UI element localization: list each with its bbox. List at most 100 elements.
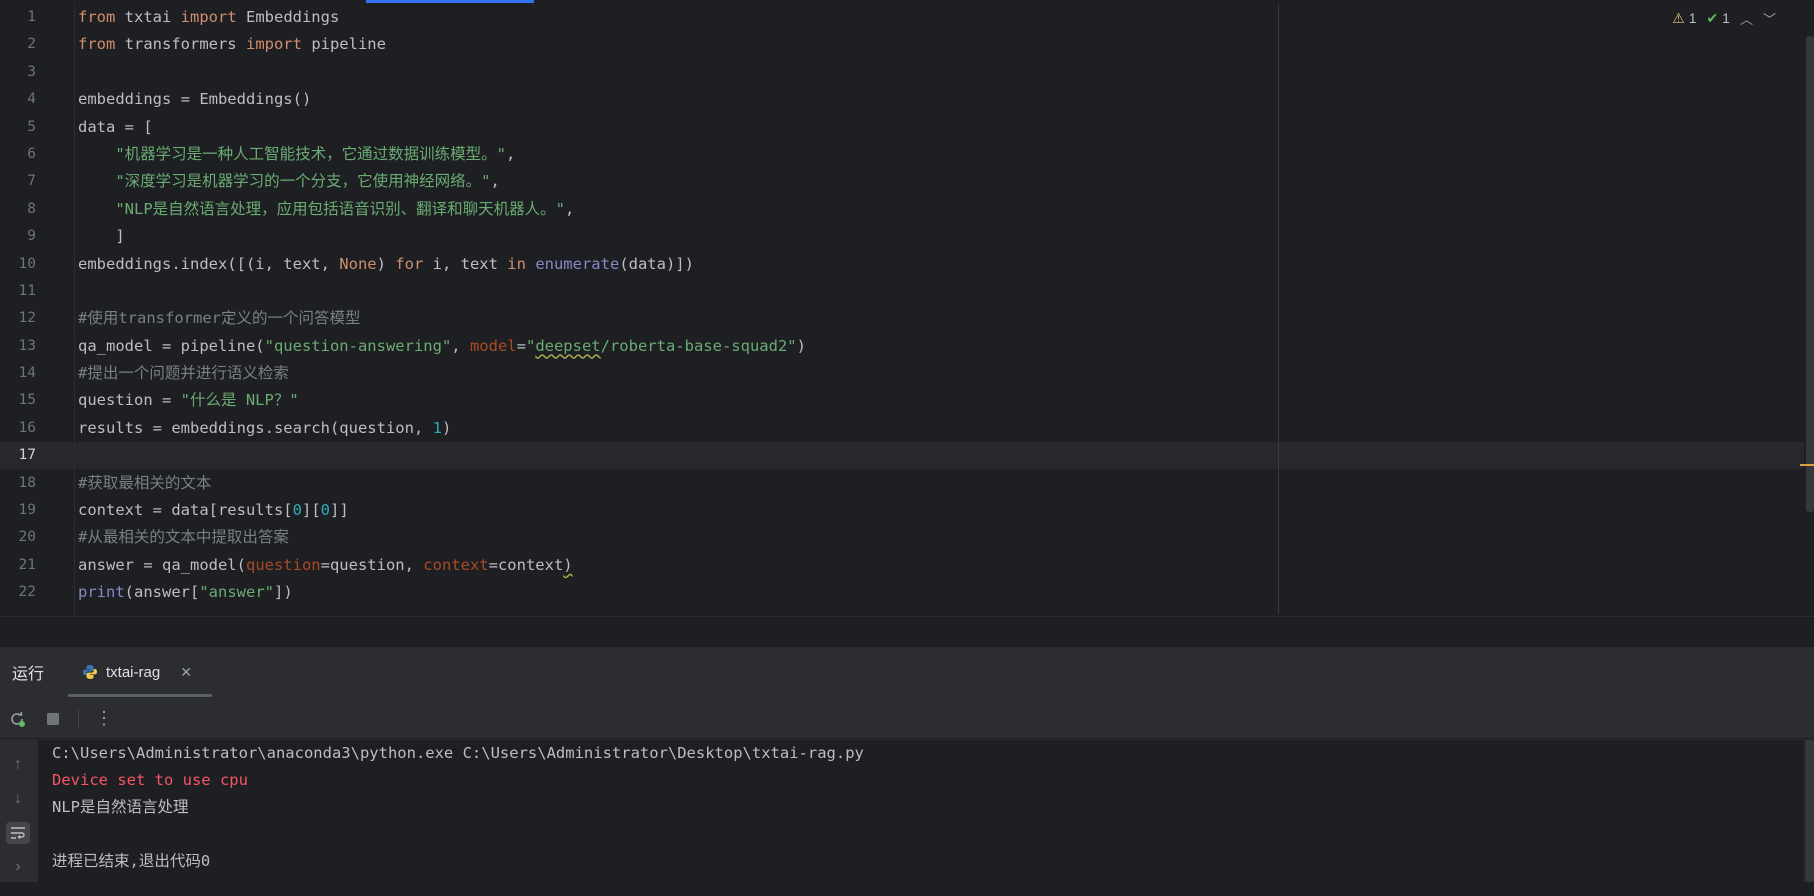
- line-number[interactable]: 21: [0, 552, 58, 579]
- line-number[interactable]: 2: [0, 31, 58, 58]
- line-number[interactable]: 19: [0, 497, 58, 524]
- line-number[interactable]: 10: [0, 251, 58, 278]
- code-line[interactable]: embeddings = Embeddings(): [78, 86, 1814, 113]
- line-number[interactable]: 22: [0, 579, 58, 606]
- code-token: results = embeddings.search(question,: [78, 418, 433, 437]
- line-number[interactable]: 9: [0, 223, 58, 250]
- code-area[interactable]: from txtai import Embeddings from transfo…: [78, 4, 1814, 607]
- code-token: embeddings.index([(i, text,: [78, 254, 340, 273]
- line-number[interactable]: 13: [0, 333, 58, 360]
- console-line: 进程已结束,退出代码0: [52, 852, 211, 870]
- run-toolbar: ⋮: [0, 699, 1814, 739]
- line-number[interactable]: 8: [0, 196, 58, 223]
- code-line[interactable]: answer = qa_model(question=question, con…: [78, 552, 1814, 579]
- code-line[interactable]: [78, 442, 1814, 469]
- code-line[interactable]: #提出一个问题并进行语义检索: [78, 360, 1814, 387]
- code-line[interactable]: print(answer["answer"]): [78, 579, 1814, 606]
- line-number[interactable]: 7: [0, 168, 58, 195]
- line-number[interactable]: 20: [0, 524, 58, 551]
- code-line[interactable]: context = data[results[0][0]]: [78, 497, 1814, 524]
- code-line[interactable]: qa_model = pipeline("question-answering"…: [78, 333, 1814, 360]
- code-line[interactable]: embeddings.index([(i, text, None) for i,…: [78, 251, 1814, 278]
- code-line[interactable]: #获取最相关的文本: [78, 470, 1814, 497]
- code-token: from: [78, 8, 116, 26]
- code-token: ,: [490, 172, 500, 191]
- code-line[interactable]: #从最相关的文本中提取出答案: [78, 524, 1814, 551]
- line-number[interactable]: 16: [0, 415, 58, 442]
- previous-highlight-icon[interactable]: ︿: [1740, 9, 1753, 28]
- line-number[interactable]: 17: [0, 442, 58, 469]
- code-line[interactable]: data = [: [78, 114, 1814, 141]
- line-number[interactable]: 11: [0, 278, 58, 305]
- weak-warning-count[interactable]: ✔ 1: [1707, 10, 1730, 27]
- code-line[interactable]: "NLP是自然语言处理，应用包括语音识别、翻译和聊天机器人。",: [78, 196, 1814, 223]
- line-number[interactable]: 6: [0, 141, 58, 168]
- code-line[interactable]: [78, 59, 1814, 86]
- code-token: "answer": [199, 583, 274, 602]
- line-number-gutter[interactable]: 1 2 3 4 5 6 7 8 9 10 11 12 13 14 15 16 17 18 19 20 21 22: [0, 4, 58, 607]
- code-token: qa_model = pipeline(: [78, 336, 265, 355]
- code-line[interactable]: ]: [78, 223, 1814, 250]
- next-highlight-icon[interactable]: ﹀: [1763, 9, 1776, 28]
- code-token: ): [796, 336, 806, 355]
- code-token: =: [516, 336, 526, 355]
- editor-scrollbar[interactable]: [1806, 36, 1814, 512]
- code-token: embeddings = Embeddings(): [78, 90, 312, 109]
- more-vertical-icon[interactable]: ⋮: [93, 708, 115, 730]
- code-token: None: [339, 254, 377, 273]
- code-token: ]: [78, 227, 125, 246]
- code-editor[interactable]: 1 2 3 4 5 6 7 8 9 10 11 12 13 14 15 16 17 18 19 20 21 22 from…: [0, 0, 1814, 616]
- code-line[interactable]: from txtai import Embeddings: [78, 4, 1814, 31]
- code-line[interactable]: "深度学习是机器学习的一个分支，它使用神经网络。",: [78, 168, 1814, 195]
- code-token: #获取最相关的文本: [78, 473, 212, 492]
- line-number[interactable]: 15: [0, 387, 58, 414]
- code-token: model: [469, 336, 517, 355]
- line-number[interactable]: 12: [0, 305, 58, 332]
- console-line: NLP是自然语言处理: [52, 798, 189, 816]
- stop-icon[interactable]: [42, 708, 64, 730]
- code-token: #使用transformer定义的一个问答模型: [78, 309, 361, 328]
- close-icon[interactable]: ✕: [180, 664, 192, 681]
- soft-wrap-icon[interactable]: [6, 822, 30, 844]
- chevron-right-icon[interactable]: ›: [6, 856, 30, 878]
- tool-window-divider[interactable]: [0, 616, 1814, 617]
- code-token: (answer[: [124, 583, 200, 602]
- scrollbar-warning-marker[interactable]: [1800, 464, 1814, 466]
- code-line[interactable]: #使用transformer定义的一个问答模型: [78, 305, 1814, 332]
- line-number[interactable]: 3: [0, 59, 58, 86]
- warning-count[interactable]: ⚠ 1: [1672, 10, 1696, 27]
- run-config-tab[interactable]: txtai-rag ✕: [68, 647, 212, 697]
- code-token: ): [441, 418, 452, 437]
- toolbar-separator: [78, 708, 79, 729]
- selected-tab-underline: [68, 694, 212, 697]
- line-number[interactable]: 18: [0, 470, 58, 497]
- code-line[interactable]: question = "什么是 NLP？": [78, 387, 1814, 414]
- code-line[interactable]: "机器学习是一种人工智能技术，它通过数据训练模型。",: [78, 141, 1814, 168]
- rerun-icon[interactable]: [6, 708, 28, 730]
- scroll-up-icon[interactable]: ↑: [6, 754, 30, 776]
- code-token: data = [: [78, 117, 153, 136]
- console-scrollbar[interactable]: [1806, 740, 1814, 882]
- code-token: import: [245, 35, 302, 54]
- code-token: answer = qa_model(: [78, 555, 246, 574]
- line-number[interactable]: 1: [0, 4, 58, 31]
- code-token: 0: [292, 501, 302, 520]
- code-token: pipeline: [301, 35, 386, 54]
- code-token: ]]: [330, 501, 349, 520]
- code-token: enumerate: [535, 254, 620, 273]
- line-number[interactable]: 5: [0, 114, 58, 141]
- code-line[interactable]: results = embeddings.search(question, 1): [78, 415, 1814, 442]
- console-output[interactable]: C:\Users\Administrator\anaconda3\python.…: [38, 740, 1804, 882]
- code-token: =context: [488, 555, 564, 574]
- active-editor-tab-indicator: [366, 0, 534, 3]
- line-number[interactable]: 4: [0, 86, 58, 113]
- code-line[interactable]: from transformers import pipeline: [78, 31, 1814, 58]
- code-line[interactable]: [78, 278, 1814, 305]
- code-token: #从最相关的文本中提取出答案: [78, 528, 289, 547]
- scroll-down-icon[interactable]: ↓: [6, 788, 30, 810]
- console-line: C:\Users\Administrator\anaconda3\python.…: [52, 744, 864, 762]
- inspection-widget[interactable]: ⚠ 1 ✔ 1 ︿ ﹀: [1672, 9, 1776, 28]
- line-number[interactable]: 14: [0, 360, 58, 387]
